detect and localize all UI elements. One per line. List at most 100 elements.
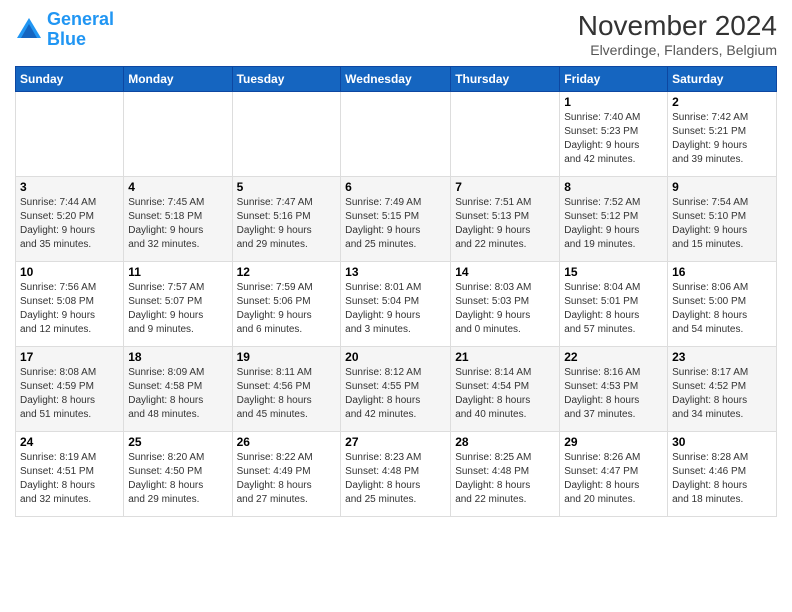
calendar-cell: 11 Sunrise: 7:57 AM Sunset: 5:07 PM Dayli… [124,262,232,347]
day-info: Sunrise: 7:49 AM Sunset: 5:15 PM Dayligh… [345,196,446,252]
calendar-cell: 3Sunrise: 7:44 AM Sunset: 5:20 PM Daylig… [16,177,124,262]
day-info: Sunrise: 7:59 AM Sunset: 5:06 PM Dayligh… [237,281,337,337]
main-title: November 2024 [578,10,777,42]
day-number: 8 [564,180,663,194]
header-wednesday: Wednesday [341,67,451,92]
calendar-cell: 30 Sunrise: 8:28 AM Sunset: 4:46 PM Dayli… [668,432,777,517]
day-info: Sunrise: 7:47 AM Sunset: 5:16 PM Dayligh… [237,196,337,252]
calendar-cell: 1Sunrise: 7:40 AM Sunset: 5:23 PM Daylig… [560,92,668,177]
day-info: Sunrise: 7:51 AM Sunset: 5:13 PM Dayligh… [455,196,555,252]
day-number: 3 [20,180,119,194]
calendar-cell: 4 Sunrise: 7:45 AM Sunset: 5:18 PM Daylig… [124,177,232,262]
calendar-week-row-1: 3Sunrise: 7:44 AM Sunset: 5:20 PM Daylig… [16,177,777,262]
day-info: Sunrise: 8:04 AM Sunset: 5:01 PM Dayligh… [564,281,663,337]
day-info: Sunrise: 7:45 AM Sunset: 5:18 PM Dayligh… [128,196,227,252]
calendar-cell: 6 Sunrise: 7:49 AM Sunset: 5:15 PM Daylig… [341,177,451,262]
day-number: 18 [128,350,227,364]
header-saturday: Saturday [668,67,777,92]
day-info: Sunrise: 8:12 AM Sunset: 4:55 PM Dayligh… [345,366,446,422]
header: General Blue November 2024 Elverdinge, F… [15,10,777,58]
calendar-cell: 19 Sunrise: 8:11 AM Sunset: 4:56 PM Dayli… [232,347,341,432]
day-info: Sunrise: 8:20 AM Sunset: 4:50 PM Dayligh… [128,451,227,507]
day-number: 7 [455,180,555,194]
day-info: Sunrise: 7:56 AM Sunset: 5:08 PM Dayligh… [20,281,119,337]
day-number: 14 [455,265,555,279]
calendar-cell [341,92,451,177]
day-info: Sunrise: 7:57 AM Sunset: 5:07 PM Dayligh… [128,281,227,337]
calendar-cell: 9Sunrise: 7:54 AM Sunset: 5:10 PM Daylig… [668,177,777,262]
calendar-table: Sunday Monday Tuesday Wednesday Thursday… [15,66,777,517]
calendar-cell: 28 Sunrise: 8:25 AM Sunset: 4:48 PM Dayli… [451,432,560,517]
page: General Blue November 2024 Elverdinge, F… [0,0,792,612]
day-info: Sunrise: 7:54 AM Sunset: 5:10 PM Dayligh… [672,196,772,252]
day-number: 12 [237,265,337,279]
calendar-cell: 20 Sunrise: 8:12 AM Sunset: 4:55 PM Dayli… [341,347,451,432]
day-number: 4 [128,180,227,194]
header-monday: Monday [124,67,232,92]
day-info: Sunrise: 8:16 AM Sunset: 4:53 PM Dayligh… [564,366,663,422]
calendar-cell: 10 Sunrise: 7:56 AM Sunset: 5:08 PM Dayli… [16,262,124,347]
calendar-cell [16,92,124,177]
day-info: Sunrise: 8:19 AM Sunset: 4:51 PM Dayligh… [20,451,119,507]
day-info: Sunrise: 8:11 AM Sunset: 4:56 PM Dayligh… [237,366,337,422]
day-info: Sunrise: 8:28 AM Sunset: 4:46 PM Dayligh… [672,451,772,507]
calendar-cell: 22 Sunrise: 8:16 AM Sunset: 4:53 PM Dayli… [560,347,668,432]
calendar-cell: 8 Sunrise: 7:52 AM Sunset: 5:12 PM Daylig… [560,177,668,262]
day-number: 22 [564,350,663,364]
calendar-cell: 17 Sunrise: 8:08 AM Sunset: 4:59 PM Dayli… [16,347,124,432]
day-number: 30 [672,435,772,449]
day-info: Sunrise: 8:23 AM Sunset: 4:48 PM Dayligh… [345,451,446,507]
day-number: 24 [20,435,119,449]
day-number: 20 [345,350,446,364]
calendar-cell: 27 Sunrise: 8:23 AM Sunset: 4:48 PM Dayli… [341,432,451,517]
day-info: Sunrise: 8:22 AM Sunset: 4:49 PM Dayligh… [237,451,337,507]
day-number: 21 [455,350,555,364]
day-number: 17 [20,350,119,364]
logo: General Blue [15,10,114,50]
title-block: November 2024 Elverdinge, Flanders, Belg… [578,10,777,58]
day-info: Sunrise: 8:26 AM Sunset: 4:47 PM Dayligh… [564,451,663,507]
logo-icon [15,16,43,44]
logo-text: General Blue [47,10,114,50]
calendar-cell: 2Sunrise: 7:42 AM Sunset: 5:21 PM Daylig… [668,92,777,177]
day-number: 23 [672,350,772,364]
logo-general: General [47,9,114,29]
calendar-cell [451,92,560,177]
day-number: 6 [345,180,446,194]
calendar-week-row-2: 10 Sunrise: 7:56 AM Sunset: 5:08 PM Dayli… [16,262,777,347]
subtitle: Elverdinge, Flanders, Belgium [578,42,777,58]
day-number: 11 [128,265,227,279]
day-number: 26 [237,435,337,449]
calendar-cell: 21 Sunrise: 8:14 AM Sunset: 4:54 PM Dayli… [451,347,560,432]
calendar-cell: 18Sunrise: 8:09 AM Sunset: 4:58 PM Dayli… [124,347,232,432]
header-thursday: Thursday [451,67,560,92]
day-number: 15 [564,265,663,279]
day-number: 28 [455,435,555,449]
day-number: 16 [672,265,772,279]
calendar-cell: 29 Sunrise: 8:26 AM Sunset: 4:47 PM Dayli… [560,432,668,517]
day-info: Sunrise: 8:03 AM Sunset: 5:03 PM Dayligh… [455,281,555,337]
day-number: 27 [345,435,446,449]
day-number: 10 [20,265,119,279]
header-sunday: Sunday [16,67,124,92]
calendar-cell: 14 Sunrise: 8:03 AM Sunset: 5:03 PM Dayli… [451,262,560,347]
day-info: Sunrise: 8:25 AM Sunset: 4:48 PM Dayligh… [455,451,555,507]
calendar-week-row-0: 1Sunrise: 7:40 AM Sunset: 5:23 PM Daylig… [16,92,777,177]
calendar-cell: 23Sunrise: 8:17 AM Sunset: 4:52 PM Dayli… [668,347,777,432]
calendar-week-row-4: 24 Sunrise: 8:19 AM Sunset: 4:51 PM Dayli… [16,432,777,517]
day-info: Sunrise: 8:08 AM Sunset: 4:59 PM Dayligh… [20,366,119,422]
day-info: Sunrise: 8:14 AM Sunset: 4:54 PM Dayligh… [455,366,555,422]
day-number: 1 [564,95,663,109]
day-info: Sunrise: 8:01 AM Sunset: 5:04 PM Dayligh… [345,281,446,337]
header-tuesday: Tuesday [232,67,341,92]
calendar-cell: 7 Sunrise: 7:51 AM Sunset: 5:13 PM Daylig… [451,177,560,262]
calendar-cell: 25Sunrise: 8:20 AM Sunset: 4:50 PM Dayli… [124,432,232,517]
day-info: Sunrise: 7:42 AM Sunset: 5:21 PM Dayligh… [672,111,772,167]
calendar-cell: 15 Sunrise: 8:04 AM Sunset: 5:01 PM Dayli… [560,262,668,347]
day-number: 29 [564,435,663,449]
calendar-cell: 12 Sunrise: 7:59 AM Sunset: 5:06 PM Dayli… [232,262,341,347]
calendar-cell: 26 Sunrise: 8:22 AM Sunset: 4:49 PM Dayli… [232,432,341,517]
day-number: 19 [237,350,337,364]
day-info: Sunrise: 7:52 AM Sunset: 5:12 PM Dayligh… [564,196,663,252]
calendar-week-row-3: 17 Sunrise: 8:08 AM Sunset: 4:59 PM Dayli… [16,347,777,432]
